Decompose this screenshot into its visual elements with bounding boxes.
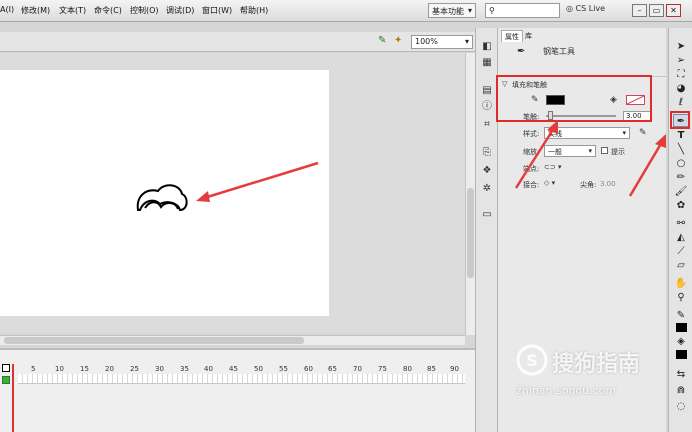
color-panel-icon[interactable]: ◧ <box>479 40 495 54</box>
zoom-select[interactable]: 100% ▾ <box>411 35 473 49</box>
free-transform-tool-icon[interactable]: ⛶ <box>673 68 689 81</box>
frame-number: 35 <box>180 365 189 373</box>
watermark-url: zhinan.sogou.com <box>516 384 617 397</box>
frame-number: 60 <box>304 365 313 373</box>
eraser-tool-icon[interactable]: ▱ <box>673 259 689 272</box>
search-icon: ⚲ <box>489 6 495 15</box>
collapsed-panel-strip: ◧ ▦ ▤ ⓘ ⌗ ⎘ ❖ ✲ ▭ <box>475 28 498 432</box>
workspace-label: 基本功能 <box>432 7 464 16</box>
frame-number: 70 <box>353 365 362 373</box>
zoom-value: 100% <box>415 37 438 46</box>
menu-commands-partial[interactable]: A(I) <box>0 5 14 14</box>
pen-tool-icon: ✒ <box>517 46 526 57</box>
chevron-down-icon: ▾ <box>467 6 472 15</box>
annotation-arrows <box>514 120 666 197</box>
edit-symbol-icon[interactable]: ✦ <box>394 35 402 46</box>
swatches-panel-icon[interactable]: ▦ <box>479 56 495 70</box>
frame-number: 80 <box>403 365 412 373</box>
menu-debug[interactable]: 调试(D) <box>166 5 194 16</box>
frame-number: 90 <box>450 365 459 373</box>
menu-bar: A(I) 修改(M) 文本(T) 命令(C) 控制(O) 调试(D) 窗口(W)… <box>0 0 692 22</box>
frame-number: 15 <box>80 365 89 373</box>
frame-number: 40 <box>204 365 213 373</box>
sogou-logo-icon: S <box>516 344 548 376</box>
layer-color-icon[interactable] <box>2 376 10 384</box>
align-panel-icon[interactable]: ▤ <box>479 84 495 98</box>
cs-live-button[interactable]: ◎ CS Live <box>566 4 605 13</box>
eyedropper-tool-icon[interactable]: ⟋ <box>673 245 689 258</box>
annotation-arrow-head <box>655 134 666 148</box>
edit-scene-icon[interactable]: ✎ <box>378 35 386 46</box>
frames-row[interactable] <box>18 374 465 384</box>
frame-number: 20 <box>105 365 114 373</box>
menu-help[interactable]: 帮助(H) <box>240 5 268 16</box>
frame-number: 55 <box>279 365 288 373</box>
zoom-tool-icon[interactable]: ⚲ <box>673 291 689 304</box>
selection-tool-icon[interactable]: ➤ <box>673 40 689 53</box>
frame-number: 50 <box>254 365 263 373</box>
frame-number: 5 <box>31 365 36 373</box>
frame-number: 45 <box>229 365 238 373</box>
sogou-watermark: S 搜狗指南 zhinan.sogou.com <box>512 340 692 400</box>
tool-name: 钢笔工具 <box>543 47 575 56</box>
stroke-color-tool-icon[interactable]: ✎ <box>673 309 689 322</box>
annotation-arrow-line <box>203 161 319 200</box>
frame-number: 30 <box>155 365 164 373</box>
timeline-panel: 5 10 15 20 25 30 35 40 45 50 55 60 65 70… <box>0 348 475 432</box>
workspace-switcher[interactable]: 基本功能 ▾ <box>428 3 476 18</box>
menu-window[interactable]: 窗口(W) <box>202 5 232 16</box>
close-button[interactable]: ✕ <box>666 4 681 17</box>
tab-properties[interactable]: 属性 <box>501 30 523 42</box>
horizontal-scrollbar[interactable] <box>0 335 465 345</box>
frame-number: 25 <box>130 365 139 373</box>
minimize-button[interactable]: – <box>632 4 647 17</box>
frame-number: 85 <box>427 365 436 373</box>
frame-number: 10 <box>55 365 64 373</box>
smooth-icon[interactable]: ◌ <box>673 400 689 413</box>
stage-drawing <box>136 161 319 212</box>
help-search-input[interactable]: ⚲ <box>485 3 560 18</box>
playhead[interactable] <box>12 364 14 432</box>
annotation-arrow-head <box>196 191 210 202</box>
3d-rotation-tool-icon[interactable]: ◕ <box>673 82 689 95</box>
restore-button[interactable]: ▭ <box>649 4 664 17</box>
menu-command[interactable]: 命令(C) <box>94 5 122 16</box>
subselection-tool-icon[interactable]: ➢ <box>673 54 689 67</box>
cs-live-icon: ◎ <box>566 4 573 13</box>
stage[interactable] <box>0 70 329 316</box>
horizontal-scroll-thumb[interactable] <box>4 337 304 344</box>
tab-library[interactable]: 库 <box>522 30 535 42</box>
svg-text:S: S <box>526 351 538 370</box>
frame-number: 75 <box>378 365 387 373</box>
menu-modify[interactable]: 修改(M) <box>21 5 50 16</box>
annotation-arrow-line <box>628 141 664 197</box>
annotation-arrow-line <box>514 127 556 189</box>
hand-tool-icon[interactable]: ✋ <box>673 277 689 290</box>
stroke-color-chip[interactable] <box>676 323 687 332</box>
frame-number: 65 <box>328 365 337 373</box>
annotation-arrow-head <box>547 120 558 134</box>
outline-toggle-icon[interactable] <box>2 364 10 372</box>
menu-control[interactable]: 控制(O) <box>130 5 159 16</box>
paint-bucket-tool-icon[interactable]: ◭ <box>673 231 689 244</box>
cs-live-label: CS Live <box>575 4 606 13</box>
chevron-down-icon: ▾ <box>464 37 469 46</box>
document-toolbar: ✎ ✦ <box>0 32 475 52</box>
menu-text[interactable]: 文本(T) <box>59 5 86 16</box>
watermark-brand: 搜狗指南 <box>552 352 641 377</box>
